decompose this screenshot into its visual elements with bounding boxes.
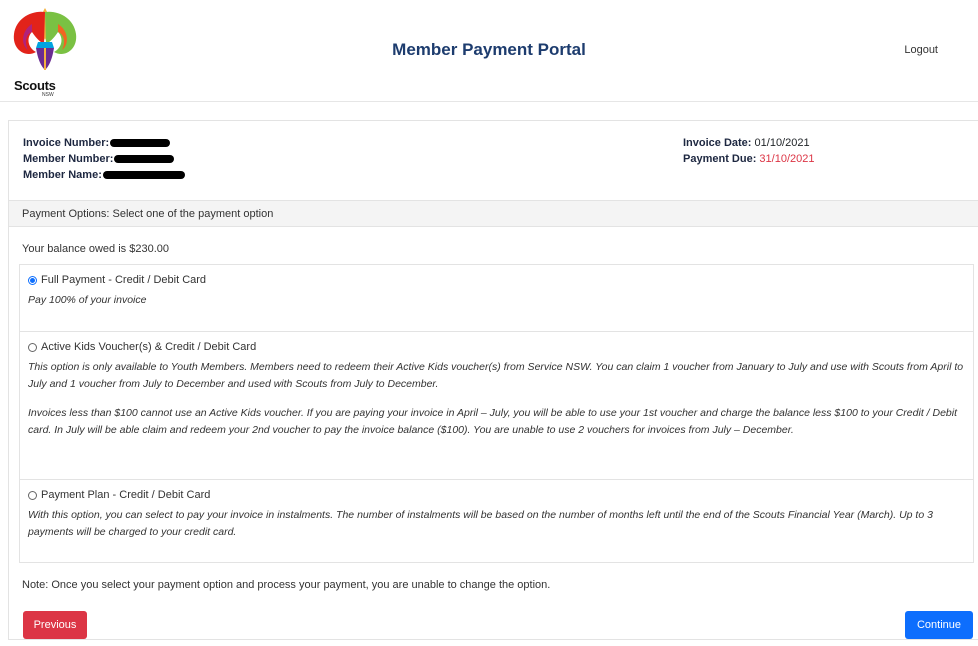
option-description: This option is only available to Youth M… bbox=[28, 361, 964, 390]
member-name-label: Member Name: bbox=[23, 169, 102, 181]
invoice-number-label: Invoice Number: bbox=[23, 137, 110, 149]
redacted-member-name bbox=[102, 171, 185, 180]
member-name-row: Member Name: bbox=[23, 167, 185, 183]
option-full-payment[interactable]: Full Payment - Credit / Debit Card Pay 1… bbox=[20, 265, 973, 331]
invoice-date-row: Invoice Date: 01/10/2021 bbox=[683, 135, 814, 151]
radio-active-kids[interactable] bbox=[28, 342, 37, 352]
radio-payment-plan[interactable] bbox=[28, 490, 37, 500]
option-title: Full Payment - Credit / Debit Card bbox=[28, 274, 965, 286]
payment-option-list: Full Payment - Credit / Debit Card Pay 1… bbox=[19, 264, 974, 563]
invoice-number-row: Invoice Number: bbox=[23, 135, 185, 151]
option-label: Active Kids Voucher(s) & Credit / Debit … bbox=[41, 341, 257, 353]
option-payment-plan[interactable]: Payment Plan - Credit / Debit Card With … bbox=[20, 479, 973, 563]
option-title: Active Kids Voucher(s) & Credit / Debit … bbox=[28, 341, 965, 353]
redacted-invoice-number bbox=[110, 139, 171, 148]
logo-text: Scouts bbox=[14, 78, 56, 93]
option-description: Pay 100% of your invoice bbox=[28, 294, 147, 306]
balance-owed: Your balance owed is $230.00 bbox=[22, 243, 169, 255]
option-title: Payment Plan - Credit / Debit Card bbox=[28, 489, 965, 501]
radio-full-payment[interactable] bbox=[28, 275, 37, 285]
invoice-date-label: Invoice Date: bbox=[683, 137, 752, 149]
payment-due-value: 31/10/2021 bbox=[759, 153, 815, 165]
member-number-row: Member Number: bbox=[23, 151, 185, 167]
option-description: Invoices less than $100 cannot use an Ac… bbox=[28, 407, 957, 436]
invoice-date-value: 01/10/2021 bbox=[754, 137, 810, 149]
redacted-member-number bbox=[114, 155, 175, 164]
member-number-label: Member Number: bbox=[23, 153, 114, 165]
previous-button[interactable]: Previous bbox=[23, 611, 87, 639]
payment-options-header: Payment Options: Select one of the payme… bbox=[9, 200, 978, 227]
page-title: Member Payment Portal bbox=[392, 40, 586, 59]
invoice-details: Invoice Number: Member Number: Member Na… bbox=[23, 135, 185, 183]
logout-link[interactable]: Logout bbox=[904, 44, 938, 56]
page-header: Scouts NSW Member Payment Portal Logout bbox=[0, 0, 978, 102]
invoice-card: Invoice Number: Member Number: Member Na… bbox=[8, 120, 978, 640]
payment-note: Note: Once you select your payment optio… bbox=[22, 579, 551, 591]
option-label: Full Payment - Credit / Debit Card bbox=[41, 274, 207, 286]
option-active-kids[interactable]: Active Kids Voucher(s) & Credit / Debit … bbox=[20, 331, 973, 479]
logo-subtext: NSW bbox=[42, 92, 54, 98]
invoice-dates: Invoice Date: 01/10/2021 Payment Due: 31… bbox=[683, 135, 814, 167]
continue-button[interactable]: Continue bbox=[905, 611, 973, 639]
option-label: Payment Plan - Credit / Debit Card bbox=[41, 489, 211, 501]
option-description: With this option, you can select to pay … bbox=[28, 509, 933, 538]
payment-due-label: Payment Due: bbox=[683, 153, 757, 165]
payment-due-row: Payment Due: 31/10/2021 bbox=[683, 151, 814, 167]
